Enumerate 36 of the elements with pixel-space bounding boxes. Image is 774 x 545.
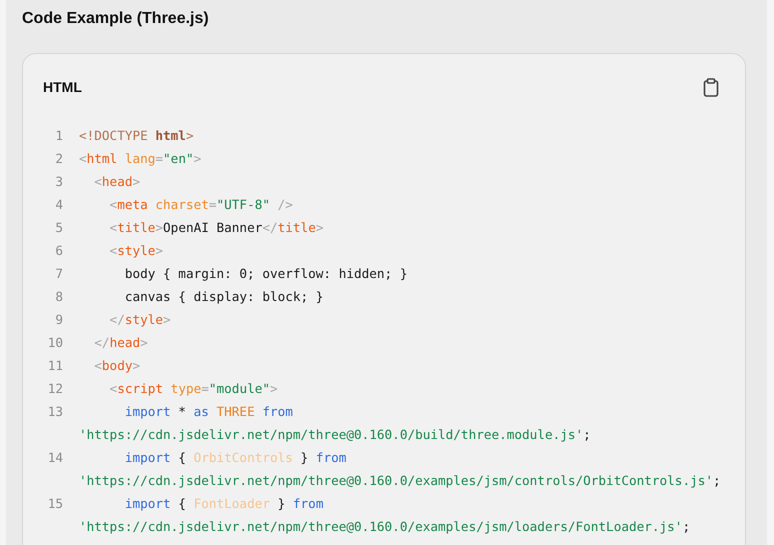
- code-line: <body>: [93, 357, 140, 375]
- code-line-continuation: 'https://cdn.jsdelivr.net/npm/three@0.160.0/examples/jsm/loaders/FontLoader.js';: [79, 518, 690, 536]
- code-line-continuation: 'https://cdn.jsdelivr.net/npm/three@0.160.0/examples/jsm/controls/OrbitControls.js';: [79, 472, 721, 490]
- line-number: 2: [54, 150, 63, 168]
- code-line: <head>: [93, 173, 140, 191]
- code-line: <meta charset="UTF-8" />: [108, 196, 293, 214]
- code-line: import { FontLoader } from: [124, 495, 324, 513]
- line-number: 10: [46, 334, 63, 352]
- code-line: <!DOCTYPE html>: [79, 127, 194, 145]
- line-number: 11: [46, 357, 63, 375]
- line-number: 13: [46, 403, 63, 421]
- line-number: 6: [54, 242, 63, 260]
- section-title: Code Example (Three.js): [22, 9, 210, 29]
- line-number: 5: [54, 219, 63, 237]
- code-line: <script type="module">: [108, 380, 278, 398]
- code-line: body { margin: 0; overflow: hidden; }: [124, 265, 408, 283]
- language-label: HTML: [43, 79, 82, 95]
- line-number: 14: [46, 449, 63, 467]
- line-number: 3: [54, 173, 63, 191]
- line-number: 4: [54, 196, 63, 214]
- code-line: canvas { display: block; }: [124, 288, 324, 306]
- code-line: </style>: [108, 311, 171, 329]
- code-line-continuation: 'https://cdn.jsdelivr.net/npm/three@0.160.0/build/three.module.js';: [79, 426, 591, 444]
- line-number: 7: [54, 265, 63, 283]
- clipboard-icon[interactable]: [703, 78, 719, 96]
- line-number: 1: [54, 127, 63, 145]
- line-number: 8: [54, 288, 63, 306]
- line-number: 12: [46, 380, 63, 398]
- code-line: <style>: [108, 242, 164, 260]
- line-number: 15: [46, 495, 63, 513]
- line-number: 9: [54, 311, 63, 329]
- code-line: <title>OpenAI Banner</title>: [108, 219, 324, 237]
- code-line: <html lang="en">: [79, 150, 202, 168]
- code-line: import * as THREE from: [124, 403, 293, 421]
- code-line: </head>: [93, 334, 148, 352]
- code-line: import { OrbitControls } from: [124, 449, 346, 467]
